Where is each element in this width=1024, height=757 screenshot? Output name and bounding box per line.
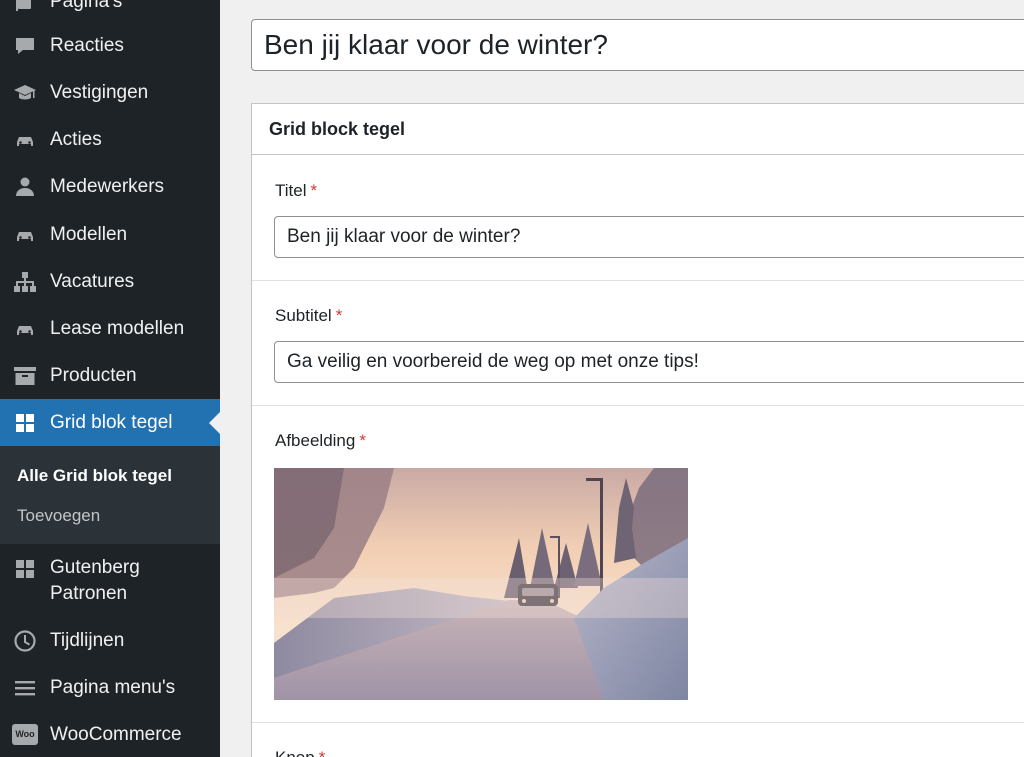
sidebar-item-label: Grid blok tegel — [50, 411, 173, 433]
sidebar-item-label: Pagina's — [50, 0, 123, 12]
sidebar-item-label: Lease modellen — [50, 317, 185, 339]
required-mark: * — [359, 431, 366, 450]
field-label: Afbeelding — [275, 431, 356, 450]
sidebar-item-grid-blok-tegel[interactable]: Grid blok tegel — [0, 399, 220, 446]
car-icon — [0, 317, 50, 341]
sidebar-submenu: Alle Grid blok tegel Toevoegen — [0, 446, 220, 544]
submenu-item-all-grid-blok-tegel[interactable]: Alle Grid blok tegel — [17, 466, 172, 486]
sidebar-item-label: Vacatures — [50, 270, 135, 292]
subtitel-input[interactable]: Ga veilig en voorbereid de weg op met on… — [274, 341, 1024, 383]
archive-icon — [0, 364, 50, 388]
required-mark: * — [335, 306, 343, 325]
woo-icon: Woo — [0, 724, 50, 745]
admin-sidebar: Pagina's Reacties Vestigingen Acties Med… — [0, 0, 220, 757]
sidebar-item-pagina-menus[interactable]: Pagina menu's — [0, 664, 220, 711]
sidebar-item-vacatures[interactable]: Vacatures — [0, 258, 220, 305]
sidebar-item-comments[interactable]: Reacties — [0, 22, 220, 69]
grid-block-tegel-panel: Grid block tegel Titel * Ben jij klaar vo… — [251, 103, 1024, 757]
required-mark: * — [319, 748, 326, 757]
car-icon — [0, 128, 50, 152]
clock-icon — [0, 629, 50, 653]
user-icon — [0, 175, 50, 199]
sidebar-item-acties[interactable]: Acties — [0, 116, 220, 163]
sidebar-item-label: Medewerkers — [50, 175, 165, 197]
sidebar-item-label: WooCommerce — [50, 723, 182, 745]
titel-input[interactable]: Ben jij klaar voor de winter? — [274, 216, 1024, 258]
graduation-cap-icon — [0, 81, 50, 105]
sidebar-item-label: Pagina menu's — [50, 676, 176, 698]
sidebar-item-label: Acties — [50, 128, 102, 150]
menu-icon — [0, 676, 50, 700]
sidebar-item-label: Modellen — [50, 223, 128, 245]
sidebar-item-producten[interactable]: Producten — [0, 352, 220, 399]
sidebar-item-vestigingen[interactable]: Vestigingen — [0, 69, 220, 116]
sidebar-item-tijdlijnen[interactable]: Tijdlijnen — [0, 617, 220, 664]
sidebar-item-medewerkers[interactable]: Medewerkers — [0, 163, 220, 210]
sidebar-item-label: Vestigingen — [50, 81, 149, 103]
panel-title: Grid block tegel — [252, 104, 1024, 155]
sidebar-item-modellen[interactable]: Modellen — [0, 211, 220, 258]
network-icon — [0, 270, 50, 294]
field-titel: Titel * Ben jij klaar voor de winter? — [252, 156, 1024, 281]
car-icon — [0, 223, 50, 247]
comments-icon — [0, 34, 50, 58]
field-label: Titel — [275, 181, 307, 200]
field-subtitel: Subtitel * Ga veilig en voorbereid de weg… — [252, 281, 1024, 406]
field-label: Knop — [275, 748, 315, 757]
grid-icon — [0, 555, 50, 581]
sidebar-item-label: Tijdlijnen — [50, 629, 125, 651]
sidebar-item-lease-modellen[interactable]: Lease modellen — [0, 305, 220, 352]
pages-icon — [0, 0, 50, 14]
sidebar-item-gutenberg-patronen[interactable]: Gutenberg Patronen — [0, 548, 220, 614]
required-mark: * — [310, 181, 318, 200]
post-title-input[interactable]: Ben jij klaar voor de winter? — [251, 19, 1024, 71]
field-label: Subtitel — [275, 306, 332, 325]
sidebar-item-label: Reacties — [50, 34, 124, 56]
sidebar-item-woocommerce[interactable]: Woo WooCommerce — [0, 711, 220, 757]
submenu-item-toevoegen[interactable]: Toevoegen — [17, 506, 100, 526]
sidebar-item-label: Gutenberg Patronen — [50, 557, 140, 604]
afbeelding-image[interactable] — [274, 468, 688, 700]
field-knop: Knop * — [252, 723, 1024, 757]
grid-icon — [0, 411, 50, 435]
sidebar-item-label: Producten — [50, 364, 137, 386]
